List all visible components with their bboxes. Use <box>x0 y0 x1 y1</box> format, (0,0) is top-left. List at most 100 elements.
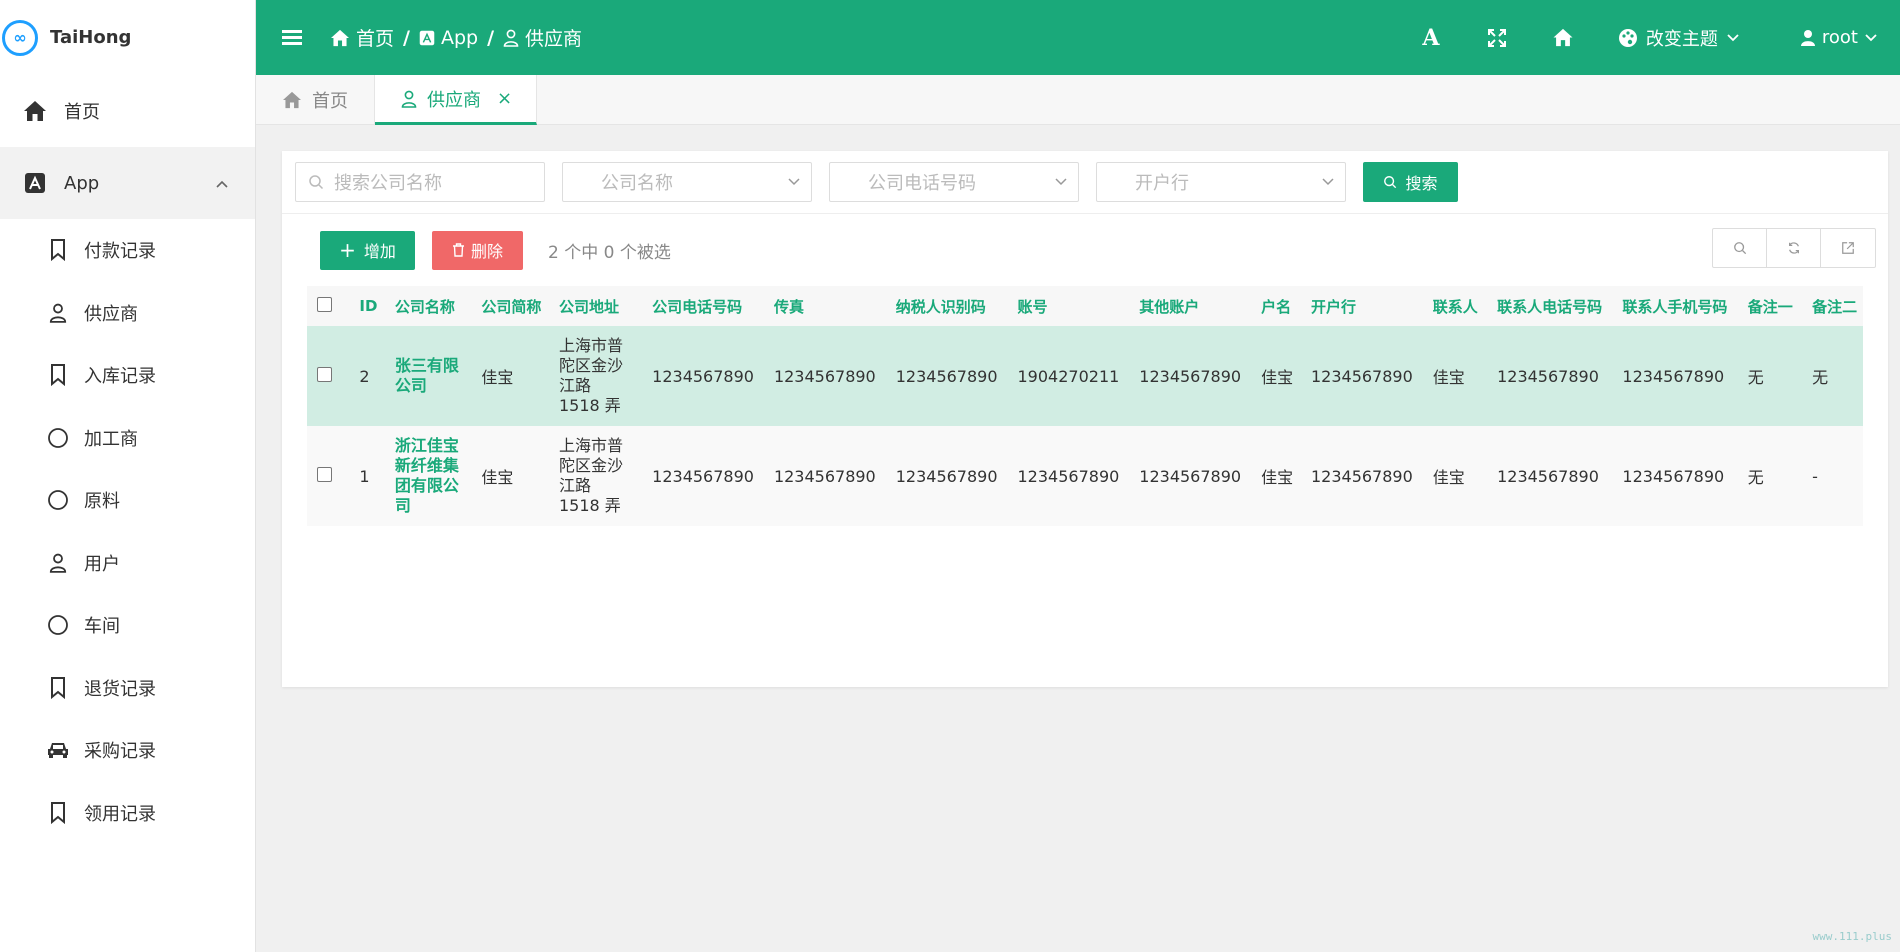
sidebar-submenu: 付款记录 供应商 入库记录 加工商 原料用户车间 退货记录 采购记录领用记录 <box>0 219 255 844</box>
column-header[interactable]: 其他账户 <box>1131 286 1253 326</box>
cell-value: 1234567890 <box>895 366 998 386</box>
company-name-link[interactable]: 浙江佳宝新纤维集团有限公司 <box>395 436 465 516</box>
column-header[interactable]: 备注二 <box>1804 286 1863 326</box>
sidebar-item-5[interactable]: 用户 <box>0 532 255 595</box>
column-header[interactable]: 账号 <box>1010 286 1132 326</box>
company-name-link[interactable]: 张三有限公司 <box>395 356 465 396</box>
breadcrumb-app[interactable]: App <box>419 27 478 49</box>
table-cell: 1234567890 <box>888 326 1010 426</box>
app-name: TaiHong <box>50 27 132 48</box>
breadcrumb-home[interactable]: 首页 <box>330 24 394 51</box>
sidebar-item-home[interactable]: 首页 <box>0 75 255 147</box>
bookmark-icon <box>46 237 70 263</box>
search-button[interactable]: 搜索 <box>1363 162 1458 202</box>
table-cell: 上海市普陀区金沙江路 1518 弄 <box>551 326 644 426</box>
cell-value: 1234567890 <box>1310 366 1413 386</box>
company-name-select[interactable]: 公司名称 <box>562 162 812 202</box>
content-panel: 搜索公司名称 公司名称 公司电话号码 开户行 搜索 + 增加 删除 2 个中 0… <box>282 151 1888 687</box>
add-button[interactable]: + 增加 <box>320 230 415 270</box>
column-header[interactable]: 开户行 <box>1303 286 1425 326</box>
tab-home[interactable]: 首页 <box>256 75 375 125</box>
column-header[interactable]: 公司地址 <box>551 286 644 326</box>
chevron-down-icon <box>1865 33 1877 41</box>
app-store-icon <box>22 170 48 196</box>
column-header[interactable]: 联系人手机号码 <box>1614 286 1739 326</box>
cell-value: 1234567890 <box>1310 466 1413 486</box>
close-icon[interactable]: × <box>497 88 512 109</box>
refresh-icon[interactable] <box>1767 229 1821 267</box>
delete-button[interactable]: 删除 <box>432 230 523 270</box>
circle-icon <box>46 612 70 638</box>
sidebar-item-3[interactable]: 加工商 <box>0 407 255 470</box>
table-cell: 无 <box>1804 326 1863 426</box>
column-header[interactable]: 公司简称 <box>473 286 551 326</box>
cell-value: 佳宝 <box>1432 468 1465 487</box>
font-size-icon[interactable]: A <box>1398 25 1464 51</box>
logo-icon: ∞ <box>2 19 38 56</box>
column-header[interactable]: 公司电话号码 <box>644 286 766 326</box>
cell-value: 1234567890 <box>1497 466 1599 486</box>
search-icon <box>1384 176 1397 189</box>
tab-supplier[interactable]: 供应商 × <box>375 75 538 125</box>
search-icon <box>309 175 324 190</box>
fullscreen-icon[interactable] <box>1464 28 1530 47</box>
bookmark-icon <box>46 800 70 826</box>
table-row[interactable]: 2 张三有限公司 佳宝 上海市普陀区金沙江路 1518 弄 1234567890 1234… <box>307 326 1863 426</box>
search-input[interactable]: 搜索公司名称 <box>295 162 545 202</box>
cell-value: 无 <box>1747 468 1764 487</box>
sidebar-group-app[interactable]: App <box>0 147 255 219</box>
cell-value: 2 <box>359 366 370 386</box>
sidebar-item-2[interactable]: 入库记录 <box>0 344 255 407</box>
export-icon[interactable] <box>1821 229 1875 267</box>
table-cell: 无 <box>1740 326 1804 426</box>
sidebar-item-label: 首页 <box>64 102 100 123</box>
sidebar-item-8[interactable]: 采购记录 <box>0 719 255 782</box>
cell-value: - <box>1812 466 1818 486</box>
table-cell: 1234567890 <box>1303 426 1425 526</box>
table-row[interactable]: 1 浙江佳宝新纤维集团有限公司 佳宝 上海市普陀区金沙江路 1518 弄 1234567… <box>307 426 1863 526</box>
column-header[interactable]: 备注一 <box>1740 286 1804 326</box>
home-icon[interactable] <box>1530 28 1596 47</box>
table-cell: 1234567890 <box>1489 326 1614 426</box>
menu-toggle-icon[interactable] <box>282 27 302 48</box>
theme-dropdown[interactable]: 改变主题 <box>1618 25 1740 51</box>
sidebar-item-label: 领用记录 <box>84 803 156 825</box>
chevron-down-icon <box>1322 178 1334 186</box>
sidebar-item-label: 用户 <box>84 553 120 575</box>
cell-value: 佳宝 <box>1261 368 1294 387</box>
bank-select[interactable]: 开户行 <box>1096 162 1346 202</box>
cell-value: 佳宝 <box>1261 468 1294 487</box>
home-icon <box>283 91 301 109</box>
column-header[interactable]: 纳税人识别码 <box>888 286 1010 326</box>
chevron-up-icon <box>215 173 229 194</box>
column-header[interactable]: 公司名称 <box>387 286 474 326</box>
table-cell: 1234567890 <box>1303 326 1425 426</box>
table-cell: 1234567890 <box>1489 426 1614 526</box>
sidebar-item-4[interactable]: 原料 <box>0 469 255 532</box>
table-header-row: ID 公司名称 公司简称 公司地址 公司电话号码 传真 纳税人识别码 账号 其他账户 户名 开户行联… <box>307 286 1863 326</box>
sidebar-item-6[interactable]: 车间 <box>0 594 255 657</box>
user-menu[interactable]: root <box>1800 27 1878 48</box>
table-cell: 1234567890 <box>1131 326 1253 426</box>
column-header[interactable]: ID <box>351 286 386 326</box>
sidebar-item-0[interactable]: 付款记录 <box>0 219 255 282</box>
sidebar-item-1[interactable]: 供应商 <box>0 282 255 345</box>
table-cell: 上海市普陀区金沙江路 1518 弄 <box>551 426 644 526</box>
column-header[interactable]: 联系人电话号码 <box>1489 286 1614 326</box>
user-icon <box>46 300 70 326</box>
row-checkbox[interactable] <box>317 366 332 382</box>
cell-value: 1234567890 <box>1622 366 1725 386</box>
search-toggle-icon[interactable] <box>1713 229 1767 267</box>
column-header[interactable]: 户名 <box>1253 286 1303 326</box>
sidebar-item-7[interactable]: 退货记录 <box>0 657 255 720</box>
column-header[interactable]: 联系人 <box>1425 286 1489 326</box>
logo[interactable]: ∞ TaiHong <box>0 0 255 75</box>
watermark: www.111.plus <box>1812 930 1892 943</box>
row-checkbox[interactable] <box>317 466 332 482</box>
column-header[interactable]: 传真 <box>766 286 888 326</box>
sidebar-item-9[interactable]: 领用记录 <box>0 782 255 845</box>
sidebar: ∞ TaiHong 首页 App 付款记录 供应商 入库记录 加工商 原料用户车间 退货记… <box>0 0 256 952</box>
company-phone-select[interactable]: 公司电话号码 <box>829 162 1079 202</box>
cell-value: 1234567890 <box>1139 366 1242 386</box>
select-all-checkbox[interactable] <box>317 296 332 312</box>
